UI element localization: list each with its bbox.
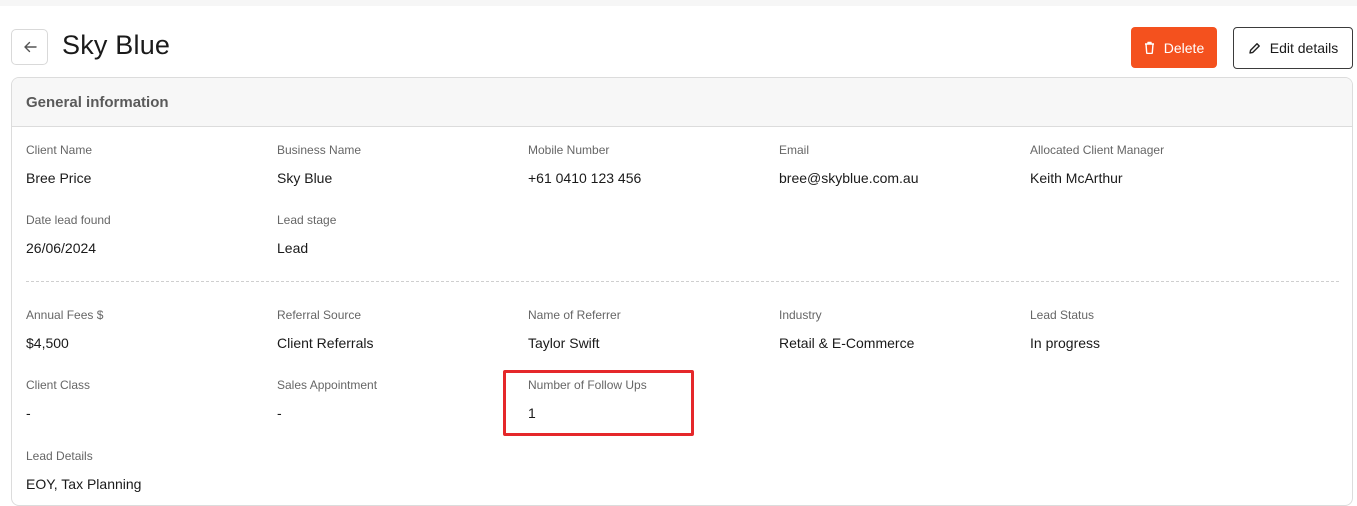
card-title: General information xyxy=(26,93,169,111)
field-value: 1 xyxy=(528,405,536,421)
card-header: General information xyxy=(12,78,1352,127)
section-divider xyxy=(26,281,1339,282)
edit-details-button[interactable]: Edit details xyxy=(1233,27,1353,69)
field-label: Name of Referrer xyxy=(528,308,621,322)
field-number-of-follow-ups: Number of Follow Ups 1 xyxy=(528,378,768,421)
field-value: Client Referrals xyxy=(277,335,374,351)
field-value: 26/06/2024 xyxy=(26,240,97,256)
field-label: Date lead found xyxy=(26,213,111,227)
field-client-class: Client Class - xyxy=(26,378,266,421)
field-label: Client Class xyxy=(26,378,91,392)
field-value: In progress xyxy=(1030,335,1101,351)
field-label: Lead stage xyxy=(277,213,337,227)
delete-button[interactable]: Delete xyxy=(1131,27,1217,68)
field-value: $4,500 xyxy=(26,335,69,351)
field-value: Taylor Swift xyxy=(528,335,600,351)
field-industry: Industry Retail & E-Commerce xyxy=(779,308,1019,351)
field-value: EOY, Tax Planning xyxy=(26,476,142,492)
field-label: Sales Appointment xyxy=(277,378,378,392)
field-label: Client Name xyxy=(26,143,93,157)
field-client-name: Client Name Bree Price xyxy=(26,143,266,186)
field-label: Lead Details xyxy=(26,449,93,463)
field-label: Referral Source xyxy=(277,308,362,322)
field-business-name: Business Name Sky Blue xyxy=(277,143,517,186)
page-title: Sky Blue xyxy=(62,30,171,60)
field-value: +61 0410 123 456 xyxy=(528,170,642,186)
field-lead-details: Lead Details EOY, Tax Planning xyxy=(26,449,266,492)
field-value: - xyxy=(26,405,31,421)
field-label: Industry xyxy=(779,308,822,322)
field-value: Sky Blue xyxy=(277,170,333,186)
top-strip xyxy=(0,0,1357,6)
field-referral-source: Referral Source Client Referrals xyxy=(277,308,517,351)
arrow-left-icon xyxy=(23,41,37,53)
field-lead-stage: Lead stage Lead xyxy=(277,213,517,256)
delete-button-label: Delete xyxy=(1163,39,1205,56)
field-date-lead-found: Date lead found 26/06/2024 xyxy=(26,213,266,256)
field-email: Email bree@skyblue.com.au xyxy=(779,143,1019,186)
field-mobile-number: Mobile Number +61 0410 123 456 xyxy=(528,143,768,186)
field-label: Business Name xyxy=(277,143,362,157)
field-label: Annual Fees $ xyxy=(26,308,104,322)
edit-details-label: Edit details xyxy=(1269,40,1339,56)
field-annual-fees: Annual Fees $ $4,500 xyxy=(26,308,266,351)
field-label: Lead Status xyxy=(1030,308,1095,322)
field-value: Retail & E-Commerce xyxy=(779,335,915,351)
general-information-card: General information Client Name Bree Pri… xyxy=(11,77,1353,506)
field-value: - xyxy=(277,405,282,421)
page-header: Sky Blue Delete Edit details xyxy=(11,27,1353,69)
field-sales-appointment: Sales Appointment - xyxy=(277,378,517,421)
field-value: Keith McArthur xyxy=(1030,170,1123,186)
field-name-of-referrer: Name of Referrer Taylor Swift xyxy=(528,308,768,351)
field-label: Email xyxy=(779,143,810,157)
field-value: Bree Price xyxy=(26,170,92,186)
field-value: Lead xyxy=(277,240,309,256)
field-label: Number of Follow Ups xyxy=(528,378,647,392)
field-label: Mobile Number xyxy=(528,143,610,157)
field-value: bree@skyblue.com.au xyxy=(779,170,919,186)
trash-icon xyxy=(1144,41,1154,54)
field-allocated-client-manager: Allocated Client Manager Keith McArthur xyxy=(1030,143,1270,186)
field-label: Allocated Client Manager xyxy=(1030,143,1165,157)
field-lead-status: Lead Status In progress xyxy=(1030,308,1270,351)
pencil-icon xyxy=(1249,42,1260,54)
back-button[interactable] xyxy=(11,29,48,65)
